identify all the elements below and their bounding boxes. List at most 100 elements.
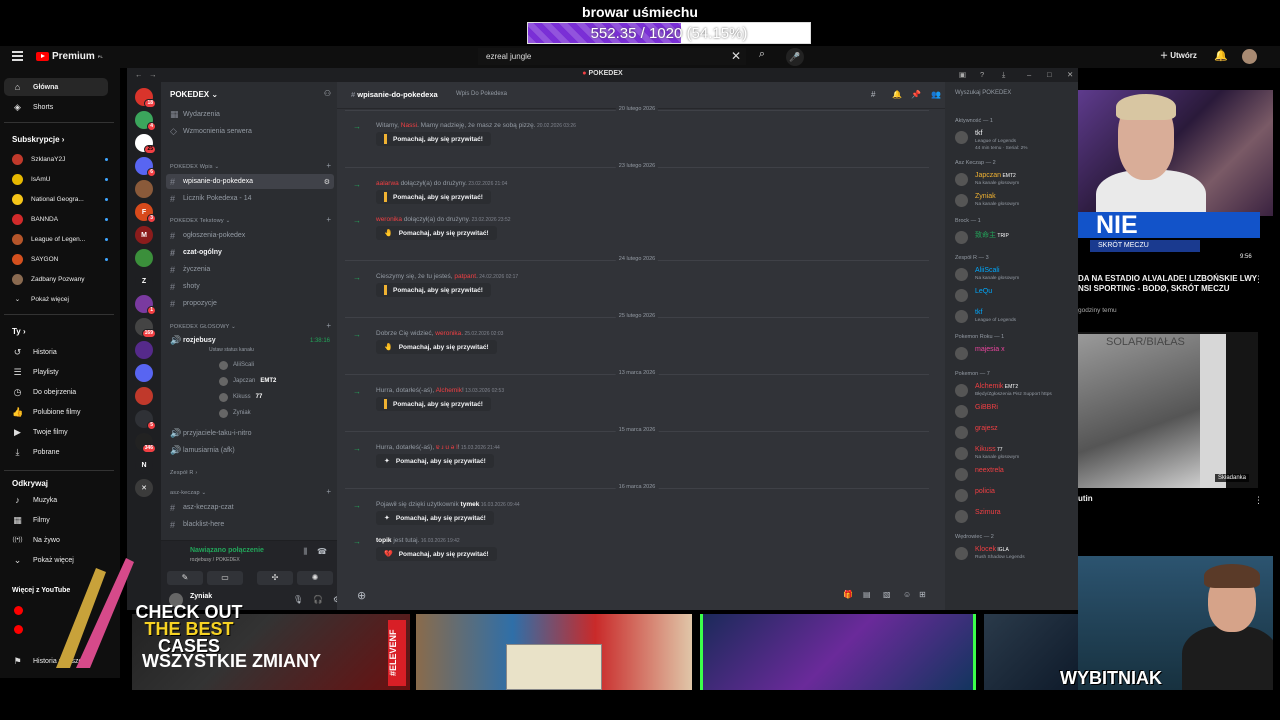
- member-item[interactable]: Alchemik EMT2 Błędy/Zgłoszenia Pisz Suppo…: [953, 381, 1075, 399]
- sidebar-item-live[interactable]: ((•)) Na żywo: [4, 531, 108, 549]
- headphones-icon[interactable]: 🎧: [313, 595, 323, 604]
- wave-to-say-hi-button[interactable]: ✦ Pomachaj, aby się przywitać!: [376, 454, 494, 468]
- help-icon[interactable]: ?: [980, 70, 984, 79]
- member-item[interactable]: tkf League of Legends 44 min temu · Serial…: [953, 128, 1075, 151]
- emoji-icon[interactable]: ☺: [903, 590, 911, 599]
- mic-icon[interactable]: 🎤: [786, 48, 804, 66]
- close-icon[interactable]: ✕: [1067, 70, 1073, 79]
- server-icon[interactable]: [135, 364, 153, 382]
- username[interactable]: weronika: [376, 216, 402, 223]
- wave-to-say-hi-button[interactable]: Pomachaj, aby się przywitać!: [376, 132, 491, 146]
- subscriptions-header[interactable]: Subskrypcje ›: [12, 135, 64, 144]
- server-icon[interactable]: N: [135, 456, 153, 474]
- voice-channel-przyjaciele[interactable]: 🔊 przyjaciele-taku-i-nitro: [166, 426, 334, 441]
- server-icon[interactable]: 18: [135, 88, 156, 108]
- more-options-icon[interactable]: ⋮: [1254, 495, 1263, 506]
- disconnect-icon[interactable]: ☎: [317, 547, 327, 556]
- mic-icon[interactable]: 🎙: [293, 595, 303, 604]
- boosts-link[interactable]: ◇ Wzmocnienia serwera: [166, 124, 334, 139]
- invite-icon[interactable]: ⚇: [324, 89, 331, 98]
- sidebar-item-clock[interactable]: ◷ Do obejrzenia: [4, 383, 108, 401]
- category-zespol-r[interactable]: Zespół R ›: [170, 470, 197, 476]
- more-options-icon[interactable]: ⋮: [1254, 274, 1263, 285]
- you-header[interactable]: Ty ›: [12, 327, 26, 336]
- gift-icon[interactable]: 🎁: [843, 590, 853, 599]
- search-button[interactable]: ⌕: [750, 48, 774, 65]
- member-item[interactable]: AliiScali Na kanale głosowym: [953, 265, 1075, 283]
- search-input[interactable]: ezreal jungle: [478, 48, 746, 65]
- create-button[interactable]: ＋ Utwórz: [1160, 50, 1197, 61]
- server-icon[interactable]: F3: [135, 203, 156, 223]
- server-icon[interactable]: [135, 341, 153, 359]
- show-more-subs[interactable]: ⌄ Pokaż więcej: [12, 291, 112, 307]
- server-icon[interactable]: 4: [135, 111, 156, 131]
- add-channel-icon[interactable]: +: [326, 215, 331, 224]
- sidebar-item-home[interactable]: ⌂ Główna: [4, 78, 108, 96]
- server-icon[interactable]: [135, 387, 153, 405]
- add-channel-icon[interactable]: +: [326, 161, 331, 170]
- bell-icon[interactable]: 🔔: [892, 90, 902, 99]
- server-icon[interactable]: [135, 249, 153, 267]
- server-icon[interactable]: 6: [135, 157, 156, 177]
- category-asz[interactable]: asz-keczap ⌄: [170, 490, 206, 496]
- voice-wave-icon[interactable]: ⫼: [303, 547, 307, 557]
- message-input[interactable]: ⊕ 🎁 ▤ ▧ ☺ ⊞: [353, 586, 929, 604]
- server-icon[interactable]: 1: [135, 295, 156, 315]
- server-icon[interactable]: Z: [135, 272, 153, 290]
- member-item[interactable]: Kikuss 77 Na kanale głosowym: [953, 444, 1075, 462]
- apps-icon[interactable]: ⊞: [919, 590, 926, 599]
- add-channel-icon[interactable]: +: [326, 487, 331, 496]
- subscription-item[interactable]: National Geogra...: [12, 191, 112, 207]
- username[interactable]: weronika: [435, 330, 461, 337]
- subscription-item[interactable]: Zadbany Pozwany: [12, 271, 112, 287]
- recommended-video-thumbnail[interactable]: [1078, 332, 1258, 488]
- member-item[interactable]: GiBBRi: [953, 402, 1075, 420]
- member-item[interactable]: 致命主 TRIP: [953, 228, 1075, 246]
- member-item[interactable]: Szimura: [953, 507, 1075, 525]
- subscription-item[interactable]: IsAmU: [12, 171, 112, 187]
- username[interactable]: Nassi: [401, 122, 417, 129]
- wave-to-say-hi-button[interactable]: 💔 Pomachaj, aby się przywitać!: [376, 547, 497, 561]
- subscription-item[interactable]: SzklanaY2J: [12, 151, 112, 167]
- server-icon[interactable]: 346: [135, 433, 156, 453]
- video-thumbnail-banner[interactable]: NIE ODPODO!: [1078, 212, 1260, 238]
- channel-blacklist-here[interactable]: # blacklist-here: [166, 517, 334, 532]
- settings-icon[interactable]: ⚙: [324, 178, 330, 186]
- bottom-thumbnail-2[interactable]: [416, 614, 692, 690]
- member-item[interactable]: neextrela: [953, 465, 1075, 483]
- sidebar-item-shorts[interactable]: ◈ Shorts: [4, 98, 108, 116]
- download-icon[interactable]: ⤓: [1002, 70, 1005, 80]
- youtube-logo[interactable]: Premium PL: [36, 51, 103, 62]
- gif-icon[interactable]: ▤: [863, 590, 871, 599]
- wave-to-say-hi-button[interactable]: ✦ Pomachaj, aby się przywitać!: [376, 511, 494, 525]
- members-icon[interactable]: 👥: [931, 90, 941, 99]
- avatar[interactable]: [1242, 49, 1257, 64]
- sidebar-item-music[interactable]: ♪ Muzyka: [4, 491, 108, 509]
- add-attachment-icon[interactable]: ⊕: [357, 589, 366, 602]
- sidebar-item-thumb-up[interactable]: 👍 Polubione filmy: [4, 403, 108, 421]
- sticker-icon[interactable]: ▧: [883, 590, 891, 599]
- category-tekstowy[interactable]: POKEDEX Tekstowy ⌄: [170, 218, 230, 224]
- recommended-video-title[interactable]: DA NA ESTADIO ALVALADE! LIZBOŃSKIE LWY N…: [1078, 274, 1258, 294]
- youtube-kids-icon[interactable]: [14, 625, 23, 634]
- channel-wpisanie-do-pokedexa[interactable]: # wpisanie-do-pokedexa ⚙: [166, 174, 334, 189]
- bottom-thumbnail-3[interactable]: [700, 614, 976, 690]
- voice-user[interactable]: Japczan EMT2: [219, 375, 276, 387]
- channel-asz-keczap-czat[interactable]: # asz-keczap-czat: [166, 500, 334, 515]
- voice-channel-rozjebusy[interactable]: 🔊 rozjebusy 1:38:16: [166, 333, 334, 348]
- maximize-icon[interactable]: □: [1047, 70, 1052, 79]
- clear-search-icon[interactable]: ✕: [731, 49, 741, 63]
- username[interactable]: patpant: [454, 273, 476, 280]
- username[interactable]: topik: [376, 537, 392, 544]
- channel-0[interactable]: # ogłoszenia-pokedex: [166, 228, 334, 243]
- soundboard-button[interactable]: ✺: [297, 571, 333, 585]
- subscription-item[interactable]: BANNDA: [12, 211, 112, 227]
- menu-icon[interactable]: [12, 51, 23, 61]
- server-icon[interactable]: 25: [135, 134, 156, 154]
- wave-to-say-hi-button[interactable]: 🤚 Pomachaj, aby się przywitać!: [376, 226, 497, 240]
- member-item[interactable]: tkf League of Legends: [953, 307, 1075, 325]
- sidebar-item-download[interactable]: ⤓ Pobrane: [4, 443, 108, 461]
- youtube-music-icon[interactable]: [14, 606, 23, 615]
- sidebar-item-playlist[interactable]: ☰ Playlisty: [4, 363, 108, 381]
- inbox-icon[interactable]: ▣: [959, 70, 966, 79]
